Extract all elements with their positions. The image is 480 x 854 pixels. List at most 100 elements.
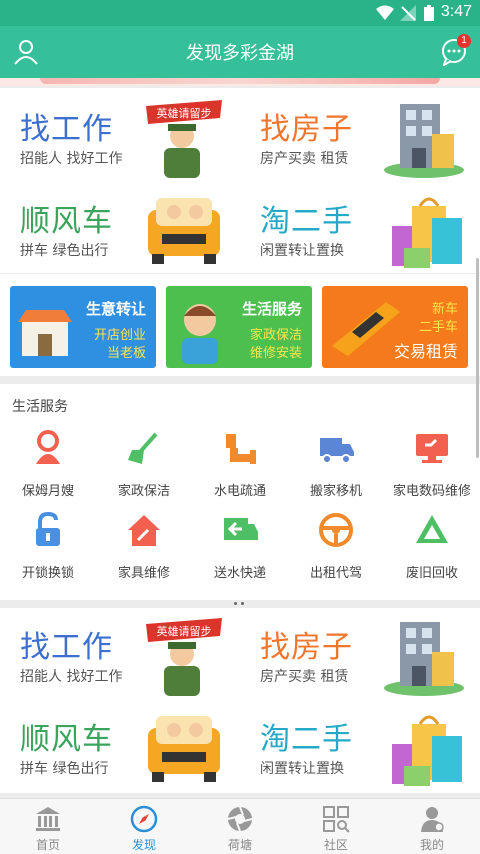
tile-second-hand[interactable]: 淘二手 闲置转让置换 xyxy=(240,700,480,792)
monitor-repair-icon xyxy=(416,434,448,463)
battery-icon xyxy=(424,5,434,21)
car-icon xyxy=(148,716,220,782)
scrollbar[interactable] xyxy=(476,258,479,458)
message-count-badge: 1 xyxy=(457,34,471,48)
bank-icon xyxy=(36,807,60,831)
tile-title: 找工作 xyxy=(20,630,113,665)
banner-peek xyxy=(0,78,480,86)
truck-icon xyxy=(320,438,354,464)
tile-subtitle: 招能人 找好工作 xyxy=(20,669,123,685)
service-label: 开锁换锁 xyxy=(21,566,74,581)
tile-subtitle: 闲置转让置换 xyxy=(260,761,344,777)
promo-title: 生意转让 xyxy=(85,300,146,318)
service-plumbing[interactable]: 水电疏通 xyxy=(192,430,288,510)
signal-off-icon xyxy=(400,5,416,21)
wifi-icon xyxy=(376,5,394,20)
tile-find-house[interactable]: 找房子 房产买卖 租赁 xyxy=(240,608,480,700)
building-icon xyxy=(384,622,464,696)
services-heading: 生活服务 xyxy=(12,399,68,415)
tab-label: 社区 xyxy=(323,838,348,852)
banner-text: 英雄请留步 xyxy=(157,106,212,120)
quick-grid-2: 找工作 招能人 找好工作 英雄请留步 找房子 房产买卖 租赁 顺风车 拼车 绿色… xyxy=(0,608,480,793)
tab-community[interactable]: 社区 xyxy=(288,799,384,854)
content-scroll[interactable]: 找工作 招能人 找好工作 英雄请留步 找房子 房产买卖 租赁 顺风车 拼车 绿色… xyxy=(0,78,480,798)
hero-character-icon: 英雄请留步 xyxy=(146,100,222,178)
tile-find-job[interactable]: 找工作 招能人 找好工作 英雄请留步 xyxy=(0,608,240,700)
service-locksmith[interactable]: 开锁换锁 xyxy=(0,512,96,592)
tab-label: 荷塘 xyxy=(227,838,252,852)
service-label: 家政保洁 xyxy=(117,484,170,499)
service-recycling[interactable]: 废旧回收 xyxy=(384,512,480,592)
tile-subtitle: 房产买卖 租赁 xyxy=(260,151,349,167)
promo-business-transfer[interactable]: 生意转让 开店创业 当老板 xyxy=(10,286,156,368)
tile-subtitle: 房产买卖 租赁 xyxy=(260,669,349,685)
tab-discover[interactable]: 发现 xyxy=(96,799,192,854)
grid-search-icon xyxy=(323,806,350,833)
user-icon xyxy=(421,807,444,832)
messages-button[interactable]: 1 xyxy=(440,34,471,68)
service-appliance-repair[interactable]: 家电数码维修 xyxy=(384,430,480,510)
promo-line1: 开店创业 xyxy=(93,328,146,343)
housekeeper-icon xyxy=(182,304,218,364)
service-label: 保姆月嫂 xyxy=(21,484,74,499)
service-furniture-repair[interactable]: 家具维修 xyxy=(96,512,192,592)
promo-car-trade[interactable]: 新车 二手车 交易租赁 xyxy=(322,286,468,368)
service-nanny[interactable]: 保姆月嫂 xyxy=(0,430,96,510)
service-label: 搬家移机 xyxy=(309,484,362,499)
service-label: 家电数码维修 xyxy=(392,484,471,499)
promo-line2: 交易租赁 xyxy=(393,342,458,361)
service-label: 送水快递 xyxy=(213,566,266,581)
page-title: 发现多彩金湖 xyxy=(186,43,294,64)
status-time: 3:47 xyxy=(440,3,472,20)
tile-find-job[interactable]: 找工作 招能人 找好工作 英雄请留步 xyxy=(0,90,240,182)
tab-label: 我的 xyxy=(419,838,444,852)
promo-line2: 维修安装 xyxy=(249,346,302,361)
promo-line1: 家政保洁 xyxy=(249,328,302,343)
banner-text: 英雄请留步 xyxy=(157,624,212,638)
service-moving[interactable]: 搬家移机 xyxy=(288,430,384,510)
life-services: 生活服务 保姆月嫂 家政保洁 水电疏通 搬家移机 家电数码维修 开锁换锁 家具维… xyxy=(0,384,480,605)
tile-subtitle: 拼车 绿色出行 xyxy=(20,761,109,777)
tab-lotus-pond[interactable]: 荷塘 xyxy=(192,799,288,854)
service-label: 家具维修 xyxy=(117,566,170,581)
shopping-bags-icon xyxy=(392,715,462,786)
promo-row: 生意转让 开店创业 当老板 生活服务 家政保洁 维修安装 新车 二手车 交易租赁 xyxy=(0,274,480,376)
tile-title: 找房子 xyxy=(260,630,353,665)
tile-carpool[interactable]: 顺风车 拼车 绿色出行 xyxy=(0,182,240,274)
service-cleaning[interactable]: 家政保洁 xyxy=(96,430,192,510)
tile-second-hand[interactable]: 淘二手 闲置转让置换 xyxy=(240,182,480,274)
bottom-tab-bar: 首页 发现 荷塘 社区 我的 xyxy=(0,798,480,854)
building-icon xyxy=(384,104,464,178)
aperture-icon xyxy=(227,806,253,832)
shop-icon xyxy=(18,310,72,356)
tile-title: 顺风车 xyxy=(20,204,113,239)
app-bar: 发现多彩金湖 1 xyxy=(0,26,480,78)
tile-title: 淘二手 xyxy=(260,204,353,239)
tile-title: 找工作 xyxy=(20,112,113,147)
car-icon xyxy=(148,198,220,264)
tab-mine[interactable]: 我的 xyxy=(384,799,480,854)
steering-wheel-icon xyxy=(319,513,353,547)
tab-home[interactable]: 首页 xyxy=(0,799,96,854)
broom-icon xyxy=(128,432,158,464)
tile-subtitle: 招能人 找好工作 xyxy=(20,151,123,167)
tab-label: 发现 xyxy=(131,838,156,852)
promo-line2: 当老板 xyxy=(106,346,146,361)
promo-line1: 二手车 xyxy=(418,320,458,335)
tile-title: 淘二手 xyxy=(260,722,353,757)
status-bar: 3:47 xyxy=(0,0,480,26)
promo-life-service[interactable]: 生活服务 家政保洁 维修安装 xyxy=(166,286,312,368)
promo-title: 新车 xyxy=(431,302,458,317)
tab-label: 首页 xyxy=(35,838,60,852)
tile-carpool[interactable]: 顺风车 拼车 绿色出行 xyxy=(0,700,240,792)
quick-grid-1: 找工作 招能人 找好工作 英雄请留步 找房子 房产买卖 租赁 顺风车 拼车 绿色… xyxy=(0,88,480,273)
shopping-bags-icon xyxy=(392,197,462,268)
service-label: 水电疏通 xyxy=(213,484,266,499)
pipe-icon xyxy=(226,434,256,464)
service-water-delivery[interactable]: 送水快递 xyxy=(192,512,288,592)
hero-character-icon: 英雄请留步 xyxy=(146,618,222,696)
tile-find-house[interactable]: 找房子 房产买卖 租赁 xyxy=(240,90,480,182)
service-chauffeur[interactable]: 出租代驾 xyxy=(288,512,384,592)
tile-title: 顺风车 xyxy=(20,722,113,757)
tile-title: 找房子 xyxy=(260,112,353,147)
